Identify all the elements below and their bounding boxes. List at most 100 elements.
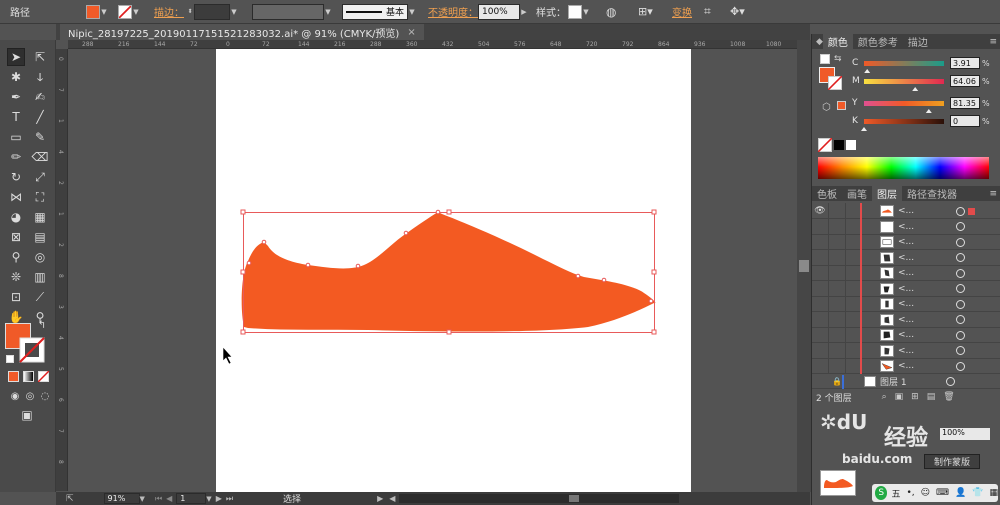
artboard-number-input[interactable]: 1 (176, 493, 207, 504)
layer-item-name[interactable]: <... (898, 222, 952, 232)
target-icon[interactable] (956, 237, 965, 247)
selection-tool-icon[interactable]: ➤ (7, 48, 25, 66)
none-mode-icon[interactable] (38, 371, 49, 382)
transform-link[interactable]: 变换 (672, 3, 692, 20)
document-tab[interactable]: Nipic_28197225_20190117151521283032.ai* … (60, 24, 424, 40)
white-color-icon[interactable] (846, 140, 856, 150)
variable-width-profile[interactable]: ▼ (252, 3, 332, 20)
layer-item-name[interactable]: <... (898, 361, 952, 371)
target-icon[interactable] (956, 361, 965, 371)
align-icon[interactable]: ⊞▾ (638, 3, 653, 20)
artboard-tool-icon[interactable]: ⊡ (7, 288, 25, 306)
target-icon[interactable] (956, 330, 965, 340)
next-artboard-icon[interactable]: ▶ (216, 494, 222, 503)
perspective-grid-tool-icon[interactable]: ▦ (31, 208, 49, 226)
line-tool-icon[interactable]: ╱ (31, 108, 49, 126)
tab-brushes[interactable]: 画笔 (842, 186, 872, 201)
chevron-down-icon[interactable]: ▼ (582, 3, 590, 20)
layer-row[interactable]: <... (812, 296, 1000, 312)
zoom-dropdown-icon[interactable]: ▼ (140, 495, 145, 503)
width-tool-icon[interactable]: ⋈ (7, 188, 25, 206)
opacity-label-link[interactable]: 不透明度： (428, 3, 478, 20)
tab-stroke[interactable]: 描边 (903, 34, 933, 49)
emoji-icon[interactable]: ☺ (921, 488, 930, 498)
yellow-value[interactable]: 81.35 (950, 97, 980, 109)
selected-indicator[interactable] (968, 207, 975, 215)
brush-definition-select[interactable]: 基本 ▼ (342, 3, 416, 20)
layer-item-name[interactable]: <... (898, 237, 952, 247)
lock-toggle[interactable] (828, 280, 846, 297)
rectangle-tool-icon[interactable]: ▭ (7, 128, 25, 146)
layer-row-main[interactable]: 🔒 图层 1 (812, 374, 1000, 389)
lock-toggle[interactable] (828, 311, 846, 328)
target-icon[interactable] (956, 299, 965, 309)
pencil-tool-icon[interactable]: ✏ (7, 148, 25, 166)
panel-stroke-none-icon[interactable] (828, 76, 842, 90)
graphic-style-control[interactable]: ▼ (568, 3, 590, 20)
tab-pathfinder[interactable]: 路径查找器 (902, 186, 962, 201)
opacity-control[interactable]: 100% ▶ (478, 3, 528, 20)
slice-tool-icon[interactable]: ⟋ (31, 288, 49, 306)
layer-row[interactable]: <... (812, 342, 1000, 359)
vertical-ruler[interactable]: 07142128345678 (56, 49, 68, 491)
free-transform-tool-icon[interactable]: ⛶ (31, 188, 49, 206)
zoom-input[interactable]: 91% (103, 493, 140, 504)
tab-swatches[interactable]: 色板 (812, 186, 842, 201)
artboard-nav-icon[interactable]: ⇱ (66, 494, 74, 504)
chevron-down-icon[interactable]: ▼ (230, 3, 238, 20)
scale-tool-icon[interactable]: ⤢ (31, 168, 49, 186)
scrollbar-thumb[interactable] (799, 260, 809, 272)
layer-item-name[interactable]: <... (898, 284, 952, 294)
direct-selection-tool-icon[interactable]: ⇱ (31, 48, 49, 66)
lock-toggle[interactable] (828, 358, 846, 374)
target-icon[interactable] (956, 315, 965, 324)
artboard-dropdown-icon[interactable]: ▼ (206, 495, 211, 503)
skin-icon[interactable]: 👕 (972, 488, 983, 498)
sogou-logo-icon[interactable]: S (875, 486, 888, 500)
shoe-shape[interactable] (241, 212, 656, 332)
lock-toggle[interactable] (828, 234, 846, 250)
vertical-scrollbar[interactable] (797, 40, 811, 492)
visibility-icon[interactable]: 👁 (812, 206, 828, 216)
ime-toolbar[interactable]: S 五 •, ☺ ⌨ 👤 👕 ▦ (872, 484, 998, 502)
prev-artboard-icon[interactable]: ◀ (166, 494, 172, 503)
layer-row[interactable]: <... (812, 234, 1000, 250)
target-icon[interactable] (956, 253, 965, 262)
layer-item-name[interactable]: <... (898, 299, 952, 309)
paintbrush-tool-icon[interactable]: ✎ (31, 128, 49, 146)
mask-opacity-input[interactable]: 100% (940, 428, 990, 440)
default-fill-stroke-icon[interactable] (820, 54, 830, 64)
make-mask-button[interactable]: 制作蒙版 (924, 454, 980, 469)
chevron-down-icon[interactable]: ▼ (100, 3, 108, 20)
layer-row[interactable]: <... (812, 280, 1000, 297)
recolor-icon[interactable]: ◍ (606, 3, 616, 20)
type-tool-icon[interactable]: T (7, 108, 25, 126)
swap-fill-stroke-icon[interactable]: ⇆ (834, 54, 842, 64)
target-icon[interactable] (956, 284, 965, 293)
black-value[interactable]: 0 (950, 115, 980, 127)
layer-item-name[interactable]: <... (898, 253, 952, 263)
punctuation-icon[interactable]: •, (906, 488, 914, 498)
target-icon[interactable] (956, 222, 965, 231)
horizontal-ruler[interactable]: 288 216 144 72 0 72 144 216 288 360 432 504 576 648 72… (68, 40, 853, 49)
layer-row[interactable]: 👁 <... (812, 203, 1000, 219)
fill-color-control[interactable]: ▼ (86, 3, 108, 20)
lock-toggle[interactable] (828, 265, 846, 281)
layer-row[interactable]: <... (812, 327, 1000, 343)
out-of-gamut-icon[interactable]: ⬡ (822, 102, 831, 113)
no-stroke-icon[interactable] (118, 4, 132, 19)
black-color-icon[interactable] (834, 140, 844, 150)
chevron-down-icon[interactable]: ▼ (324, 3, 332, 20)
stroke-label-link[interactable]: 描边： (154, 3, 184, 20)
lock-toggle[interactable] (828, 342, 846, 359)
shape-builder-tool-icon[interactable]: ◕ (7, 208, 25, 226)
mesh-tool-icon[interactable]: ⊠ (7, 228, 25, 246)
eyedropper-tool-icon[interactable]: ⚲ (7, 248, 25, 266)
fill-swatch[interactable] (86, 4, 100, 19)
color-spectrum[interactable] (818, 157, 989, 179)
layer-row[interactable]: <... (812, 249, 1000, 266)
stroke-weight-input[interactable] (194, 3, 230, 20)
pen-tool-icon[interactable]: ✒ (7, 88, 25, 106)
screen-mode-icon[interactable]: ▣ (18, 406, 36, 424)
gradient-mode-icon[interactable] (23, 371, 34, 382)
